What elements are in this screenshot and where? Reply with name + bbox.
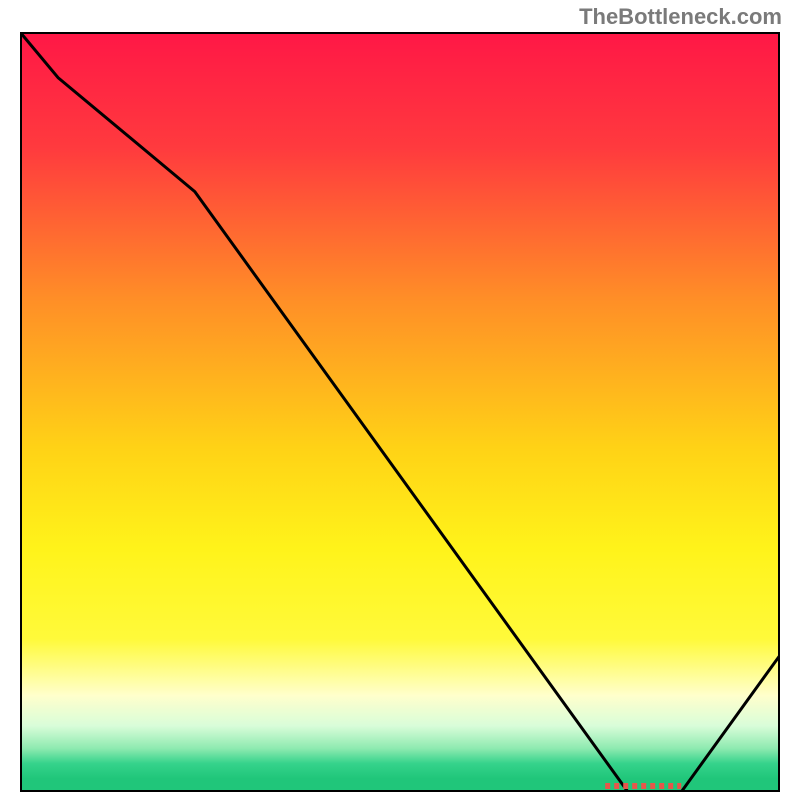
chart-frame bbox=[20, 32, 780, 792]
chart-container: TheBottleneck.com bbox=[0, 0, 800, 800]
gradient-bg bbox=[22, 34, 778, 790]
attribution-text: TheBottleneck.com bbox=[579, 4, 782, 30]
chart-svg bbox=[20, 32, 780, 792]
